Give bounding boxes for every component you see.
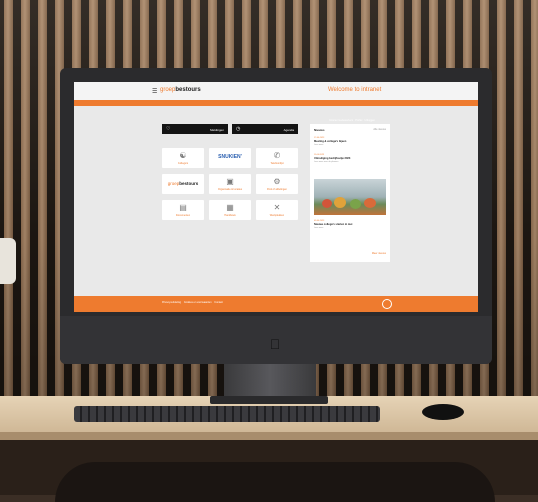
- notifications-button[interactable]: ♡ Meldingen: [162, 124, 228, 134]
- footer: Privacyverklaring Cookies en voorwaarden…: [74, 296, 478, 312]
- subnav-link[interactable]: Intranet medewerkers: [329, 119, 353, 122]
- tile-departments[interactable]: ⚙ Pool of afdelingen: [256, 174, 298, 194]
- agenda-button[interactable]: ◷ Agenda: [232, 124, 298, 134]
- news-title: Nieuws: [314, 128, 325, 132]
- subnav-link[interactable]: Profiel: [355, 119, 362, 122]
- keyboard: [74, 406, 380, 422]
- monitor-stand-foot: [210, 396, 328, 404]
- tile-organisation[interactable]: ▣ Organisatie & locaties: [209, 174, 251, 194]
- news-photo: [314, 179, 386, 215]
- hamburger-icon[interactable]: ☰: [152, 88, 157, 95]
- fruit: [350, 199, 361, 209]
- cog-icon: ⚙: [273, 177, 281, 186]
- desk-edge: [0, 432, 538, 440]
- screen: ☰ groepbestours Welcome to intranet Intr…: [74, 82, 478, 312]
- footer-link[interactable]: Contact: [214, 301, 223, 304]
- lamp: [0, 238, 16, 284]
- news-item[interactable]: 03-04-2023 Nieuwe collega's starten in m…: [314, 220, 386, 229]
- welcome-text: Welcome to intranet: [328, 87, 382, 93]
- apple-logo-icon: : [268, 336, 282, 352]
- subnav-link[interactable]: Uitloggen: [364, 119, 375, 122]
- top-bar: ☰ groepbestours Welcome to intranet: [74, 82, 478, 100]
- chair-back: [55, 462, 495, 502]
- building-icon: ▣: [226, 177, 234, 186]
- mouse: [422, 404, 464, 420]
- clock-icon: ◷: [236, 126, 241, 132]
- footer-link[interactable]: Cookies en voorwaarden: [184, 301, 212, 304]
- globe-icon[interactable]: [382, 299, 392, 309]
- news-item[interactable]: 17-04-2023 Meeting & collega's bijeen Le…: [314, 137, 386, 146]
- tile-handbook[interactable]: ▦ Handboek: [209, 200, 251, 220]
- footer-link[interactable]: Privacyverklaring: [162, 301, 181, 304]
- document-icon: ▤: [179, 203, 187, 212]
- fruit: [364, 198, 376, 208]
- fruit: [334, 197, 346, 208]
- phone-icon: ✆: [273, 151, 281, 160]
- tile-phonebook[interactable]: ✆ Telefoonlijst: [256, 148, 298, 168]
- logo[interactable]: groepbestours: [160, 87, 201, 93]
- tile-brand-snukien[interactable]: SNUKIEN': [209, 148, 251, 168]
- people-icon: ☯: [179, 151, 187, 160]
- tile-documents[interactable]: ▤ Documenten: [162, 200, 204, 220]
- fruit: [322, 199, 332, 208]
- tile-brand-bestours[interactable]: groepbestours: [162, 174, 204, 194]
- bell-icon: ♡: [166, 126, 171, 132]
- news-item[interactable]: 11-04-2023 Uitnodiging bedrijfsuitje 202…: [314, 154, 386, 163]
- sub-nav: Intranet medewerkers Profiel Uitloggen: [74, 100, 478, 122]
- tools-icon: ✕: [273, 203, 281, 212]
- news-panel: Nieuws Alle nieuws 17-04-2023 Meeting & …: [310, 124, 390, 262]
- more-news-link[interactable]: Meer nieuws: [372, 252, 386, 255]
- tile-workplaces[interactable]: ✕ Werkplekken: [256, 200, 298, 220]
- tile-colleagues[interactable]: ☯ Collega's: [162, 148, 204, 168]
- view-all-news-link[interactable]: Alle nieuws: [373, 128, 386, 131]
- book-icon: ▦: [226, 203, 234, 212]
